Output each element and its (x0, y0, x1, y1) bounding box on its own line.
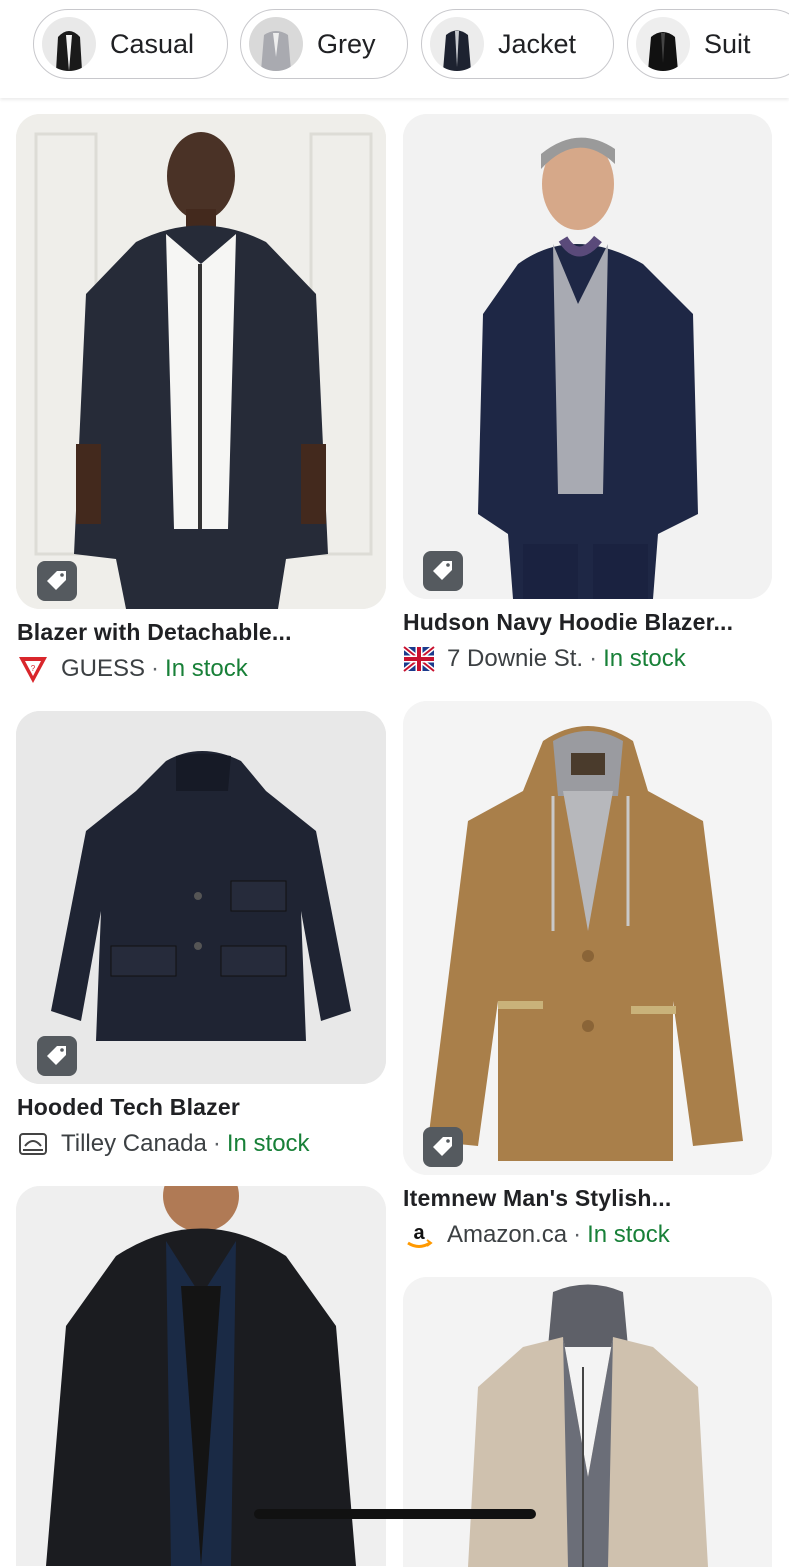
stock-status: In stock (587, 1221, 670, 1248)
price-tag-icon (423, 1127, 463, 1167)
product-meta: ? GUESS · In stock (17, 653, 248, 685)
stock-status: In stock (603, 645, 686, 672)
chip-grey[interactable]: Grey (240, 9, 408, 79)
chip-jacket[interactable]: Jacket (421, 9, 614, 79)
product-meta: 7 Downie St. · In stock (402, 643, 686, 675)
product-image[interactable] (403, 1277, 772, 1567)
home-indicator[interactable] (254, 1509, 536, 1519)
price-tag-icon (37, 561, 77, 601)
svg-text:?: ? (31, 664, 36, 673)
product-title[interactable]: Hudson Navy Hoodie Blazer... (403, 609, 733, 636)
guess-logo-icon: ? (17, 653, 49, 685)
price-tag-icon (423, 551, 463, 591)
product-image[interactable] (16, 114, 386, 609)
black-jacket-thumb-icon (42, 17, 96, 71)
product-title[interactable]: Hooded Tech Blazer (17, 1094, 240, 1121)
chip-casual[interactable]: Casual (33, 9, 228, 79)
grey-blazer-thumb-icon (249, 17, 303, 71)
tilley-logo-icon (17, 1128, 49, 1160)
store-name: Amazon.ca (447, 1221, 568, 1248)
product-image[interactable] (16, 711, 386, 1084)
product-meta: a Amazon.ca · In stock (403, 1219, 670, 1251)
chip-label: Casual (110, 29, 195, 59)
product-meta: Tilley Canada · In stock (17, 1128, 310, 1160)
product-image[interactable] (403, 701, 772, 1175)
chip-label: Jacket (498, 29, 577, 59)
price-tag-icon (37, 1036, 77, 1076)
product-title[interactable]: Itemnew Man's Stylish... (403, 1185, 671, 1212)
filter-chips-bar: Casual Grey Jacket Suit (0, 0, 789, 98)
navy-jacket-thumb-icon (430, 17, 484, 71)
stock-status: In stock (226, 1130, 310, 1157)
store-name: Tilley Canada (61, 1130, 207, 1157)
separator: · (151, 655, 160, 682)
store-name: 7 Downie St. (447, 645, 584, 672)
chip-suit[interactable]: Suit (627, 9, 789, 79)
stock-status: In stock (165, 655, 248, 682)
black-suit-thumb-icon (636, 17, 690, 71)
store-name: GUESS (61, 655, 146, 682)
amazon-logo-icon: a (403, 1219, 435, 1251)
separator: · (212, 1130, 221, 1157)
union-jack-icon (402, 643, 436, 675)
svg-text:a: a (413, 1222, 425, 1244)
separator: · (589, 645, 598, 672)
separator: · (573, 1221, 582, 1248)
chip-label: Suit (704, 29, 751, 59)
chip-label: Grey (317, 29, 376, 59)
product-title[interactable]: Blazer with Detachable... (17, 619, 292, 646)
product-image[interactable] (403, 114, 772, 599)
